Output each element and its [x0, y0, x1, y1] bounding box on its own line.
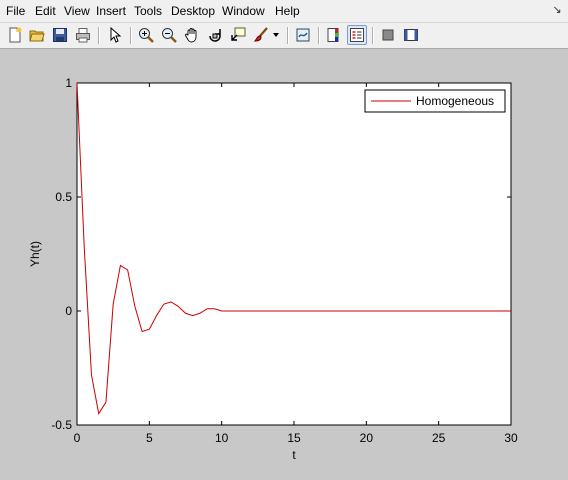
hide-plot-tools-icon[interactable] [378, 25, 398, 45]
menu-insert[interactable]: Insert [96, 4, 126, 18]
y-tick-label: 0.5 [55, 190, 72, 204]
data-cursor-icon[interactable] [228, 25, 248, 45]
y-tick-label: -0.5 [51, 418, 72, 432]
menu-window[interactable]: Window [222, 4, 265, 18]
figure-toolbar [0, 23, 568, 49]
y-tick-label: 1 [65, 76, 72, 90]
brush-dropdown-icon[interactable] [270, 25, 282, 45]
menu-view[interactable]: View [64, 4, 90, 18]
x-tick-label: 15 [287, 431, 301, 445]
print-figure-icon[interactable] [73, 25, 93, 45]
open-file-icon[interactable] [27, 25, 47, 45]
plot-svg: 0 5 10 15 20 25 30-0.500.51 t Yh(t) Homogeneou… [28, 76, 518, 462]
menu-tools[interactable]: Tools [134, 4, 162, 18]
zoom-in-icon[interactable] [136, 25, 156, 45]
show-plot-tools-icon[interactable] [401, 25, 421, 45]
zoom-out-icon[interactable] [159, 25, 179, 45]
legend[interactable]: Homogeneous [364, 89, 506, 113]
link-plot-icon[interactable] [293, 25, 313, 45]
brush-data-icon[interactable] [251, 25, 271, 45]
rotate-3d-icon[interactable] [205, 25, 225, 45]
x-tick-label: 30 [504, 431, 518, 445]
menu-bar: File Edit View Insert Tools Desktop Wind… [0, 0, 568, 23]
menu-edit[interactable]: Edit [35, 4, 56, 18]
x-tick-label: 10 [215, 431, 229, 445]
edit-plot-arrow-icon[interactable] [105, 25, 125, 45]
new-figure-icon[interactable] [5, 25, 25, 45]
menu-desktop[interactable]: Desktop [171, 4, 215, 18]
x-tick-label: 25 [432, 431, 446, 445]
save-figure-icon[interactable] [50, 25, 70, 45]
x-tick-label: 20 [360, 431, 374, 445]
dock-arrow-icon[interactable]: ↘ [550, 3, 564, 17]
x-tick-label: 0 [74, 431, 81, 445]
pan-hand-icon[interactable] [182, 25, 202, 45]
legend-label: Homogeneous [416, 94, 494, 108]
axes-background [76, 82, 512, 426]
y-tick-label: 0 [65, 304, 72, 318]
figure-canvas: 0 5 10 15 20 25 30 -0.5 0 0.5 1 t Yh(t) Homogeneou… [0, 49, 568, 475]
menu-help[interactable]: Help [275, 4, 300, 18]
x-tick-label: 5 [146, 431, 153, 445]
x-axis-label: t [292, 448, 296, 462]
y-axis-label: Yh(t) [28, 241, 42, 267]
insert-colorbar-icon[interactable] [324, 25, 344, 45]
menu-file[interactable]: File [6, 4, 25, 18]
insert-legend-icon[interactable] [347, 25, 367, 45]
